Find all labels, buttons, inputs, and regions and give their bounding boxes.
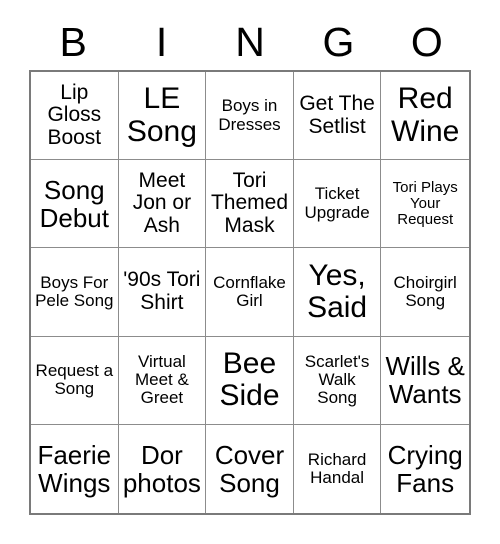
bingo-square-label: Boys For Pele Song xyxy=(35,272,114,310)
bingo-square-label: Dor photos xyxy=(122,439,201,498)
bingo-square-label: Red Wine xyxy=(391,82,460,148)
bingo-square[interactable]: Cover Song xyxy=(206,424,294,513)
bingo-square[interactable]: Dor photos xyxy=(118,424,207,513)
bingo-square[interactable]: Ticket Upgrade xyxy=(293,160,382,249)
bingo-header-letter-b: B xyxy=(59,18,87,65)
bingo-square-label: Cornflake Girl xyxy=(213,272,286,310)
bingo-square[interactable]: Tori Plays Your Request xyxy=(381,160,469,249)
bingo-square[interactable]: Crying Fans xyxy=(381,424,469,513)
bingo-square[interactable]: Tori Themed Mask xyxy=(206,160,294,249)
bingo-square-label: Scarlet's Walk Song xyxy=(304,351,370,408)
bingo-square-label: Bee Side xyxy=(219,346,280,413)
bingo-square[interactable]: Wills & Wants xyxy=(381,336,469,425)
bingo-square[interactable]: Lip Gloss Boost xyxy=(31,72,119,161)
bingo-square-label: Lip Gloss Boost xyxy=(47,80,102,149)
bingo-square-label: Request a Song xyxy=(35,360,114,399)
bingo-square-label: Tori Plays Your Request xyxy=(392,178,458,228)
bingo-square-label: Choirgirl Song xyxy=(393,272,457,310)
bingo-header-letter-g: G xyxy=(322,18,355,65)
bingo-square-label: Richard Handal xyxy=(307,449,367,487)
bingo-square-label: Tori Themed Mask xyxy=(210,168,289,238)
bingo-card: B I N G O Lip Gloss Boost LE Song Boys in … xyxy=(0,0,500,544)
bingo-grid: Lip Gloss Boost LE Song Boys in Dresses Get… xyxy=(29,70,471,515)
bingo-square-label: Crying Fans xyxy=(387,439,463,498)
bingo-square[interactable]: Red Wine xyxy=(381,72,469,161)
bingo-square-label: Boys in Dresses xyxy=(218,96,281,134)
bingo-square-label: Ticket Upgrade xyxy=(304,184,370,222)
bingo-square[interactable]: Richard Handal xyxy=(293,424,382,513)
bingo-square-label: Yes, Said xyxy=(307,258,368,324)
bingo-square[interactable]: Yes, Said xyxy=(293,248,382,337)
bingo-square-label: Faerie Wings xyxy=(37,439,112,498)
bingo-square[interactable]: Scarlet's Walk Song xyxy=(293,336,382,425)
bingo-square[interactable]: Faerie Wings xyxy=(31,424,119,513)
bingo-square[interactable]: LE Song xyxy=(118,72,207,161)
bingo-square-label: Get The Setlist xyxy=(299,91,375,138)
bingo-square-label: Wills & Wants xyxy=(385,351,465,410)
bingo-header-row: B I N G O xyxy=(29,14,471,70)
bingo-square-label: Song Debut xyxy=(39,174,109,233)
bingo-header-letter-i: I xyxy=(155,18,168,65)
bingo-square-label: Virtual Meet & Greet xyxy=(134,351,189,408)
bingo-square[interactable]: Song Debut xyxy=(31,160,119,249)
bingo-header-letter-o: O xyxy=(410,18,443,65)
bingo-square[interactable]: Meet Jon or Ash xyxy=(118,160,207,249)
bingo-square[interactable]: Get The Setlist xyxy=(293,72,382,161)
bingo-square[interactable]: Cornflake Girl xyxy=(206,248,294,337)
bingo-square-label: Meet Jon or Ash xyxy=(132,168,192,238)
bingo-square[interactable]: '90s Tori Shirt xyxy=(118,248,207,337)
bingo-square[interactable]: Choirgirl Song xyxy=(381,248,469,337)
bingo-square[interactable]: Bee Side xyxy=(206,336,294,425)
bingo-square-label: '90s Tori Shirt xyxy=(123,268,201,314)
bingo-square[interactable]: Virtual Meet & Greet xyxy=(118,336,207,425)
bingo-square-label: LE Song xyxy=(126,82,197,148)
bingo-square[interactable]: Boys For Pele Song xyxy=(31,248,119,337)
bingo-square[interactable]: Boys in Dresses xyxy=(206,72,294,161)
bingo-header-letter-n: N xyxy=(235,18,265,65)
bingo-square[interactable]: Request a Song xyxy=(31,336,119,425)
bingo-square-label: Cover Song xyxy=(214,439,285,498)
